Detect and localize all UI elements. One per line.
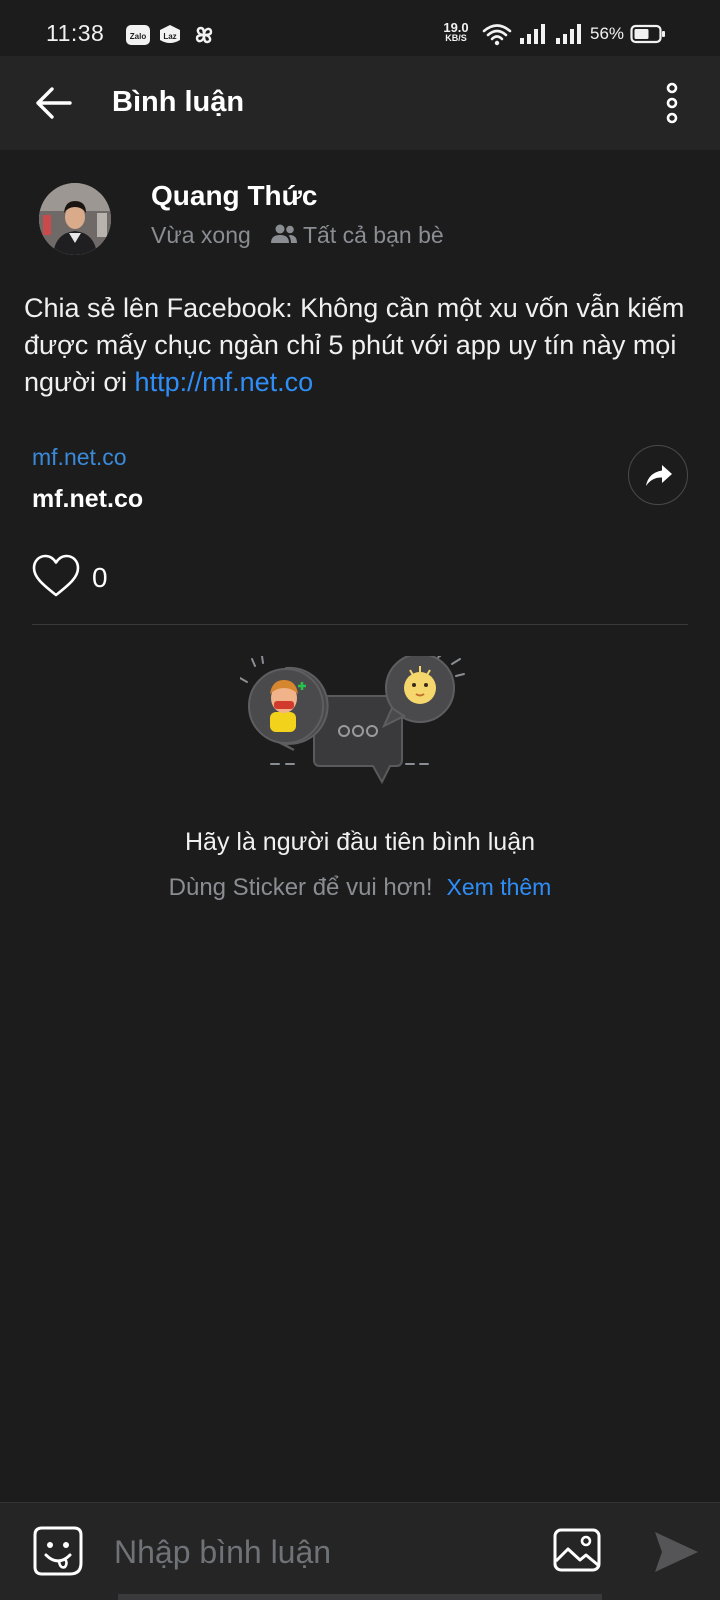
see-more-link[interactable]: Xem thêm bbox=[447, 874, 552, 900]
post-text: Chia sẻ lên Facebook: Không cần một xu v… bbox=[24, 293, 685, 397]
zalo-app-label: Zalo bbox=[130, 32, 147, 41]
signal-sim2-icon bbox=[556, 24, 581, 44]
empty-comments-title: Hãy là người đầu tiên bình luận bbox=[184, 828, 536, 856]
status-time: 11:38 bbox=[46, 20, 105, 46]
navigation-bar-hint bbox=[118, 1594, 602, 1600]
divider bbox=[32, 624, 688, 625]
empty-comments-subtitle: Dùng Sticker để vui hơn! Xem thêm bbox=[168, 874, 552, 901]
image-gallery-icon[interactable] bbox=[552, 1527, 602, 1573]
zalo-app-icon: Zalo bbox=[126, 25, 150, 45]
share-arrow-icon bbox=[646, 465, 672, 486]
network-speed: 19.0 KB/S bbox=[443, 20, 469, 43]
link-preview-title[interactable]: mf.net.co bbox=[32, 485, 143, 514]
battery-percent: 56% bbox=[590, 24, 625, 43]
status-bar: 11:38 Zalo Laz 19.0 KB/S 56% bbox=[0, 0, 720, 56]
post-link[interactable]: http://mf.net.co bbox=[135, 367, 314, 397]
post-timestamp: Vừa xong bbox=[151, 222, 251, 248]
wifi-icon bbox=[482, 24, 512, 46]
app-header: Bình luận bbox=[0, 56, 720, 150]
sticker-emoji-icon[interactable] bbox=[32, 1525, 84, 1577]
like-count: 0 bbox=[92, 562, 108, 593]
comment-composer bbox=[0, 1502, 720, 1600]
privacy-label: Tất cả bạn bè bbox=[303, 222, 444, 248]
back-arrow-icon[interactable] bbox=[30, 80, 76, 126]
send-icon[interactable] bbox=[652, 1529, 700, 1575]
page-title: Bình luận bbox=[112, 86, 245, 118]
link-preview-domain[interactable]: mf.net.co bbox=[32, 444, 127, 471]
avatar-photo bbox=[39, 183, 111, 255]
lazada-app-label: Laz bbox=[163, 32, 176, 41]
friends-icon bbox=[271, 224, 297, 243]
lazada-app-icon: Laz bbox=[160, 25, 180, 43]
signal-sim1-icon bbox=[520, 24, 545, 44]
comment-input[interactable] bbox=[114, 1527, 524, 1577]
author-avatar[interactable] bbox=[39, 183, 111, 255]
author-name[interactable]: Quang Thức bbox=[151, 180, 318, 212]
share-button[interactable] bbox=[628, 445, 688, 505]
battery-icon bbox=[630, 24, 665, 44]
more-vertical-icon[interactable] bbox=[650, 80, 694, 126]
pinwheel-app-icon bbox=[195, 26, 213, 44]
comment-stickers-illustration bbox=[240, 656, 465, 785]
heart-icon[interactable] bbox=[32, 554, 80, 598]
